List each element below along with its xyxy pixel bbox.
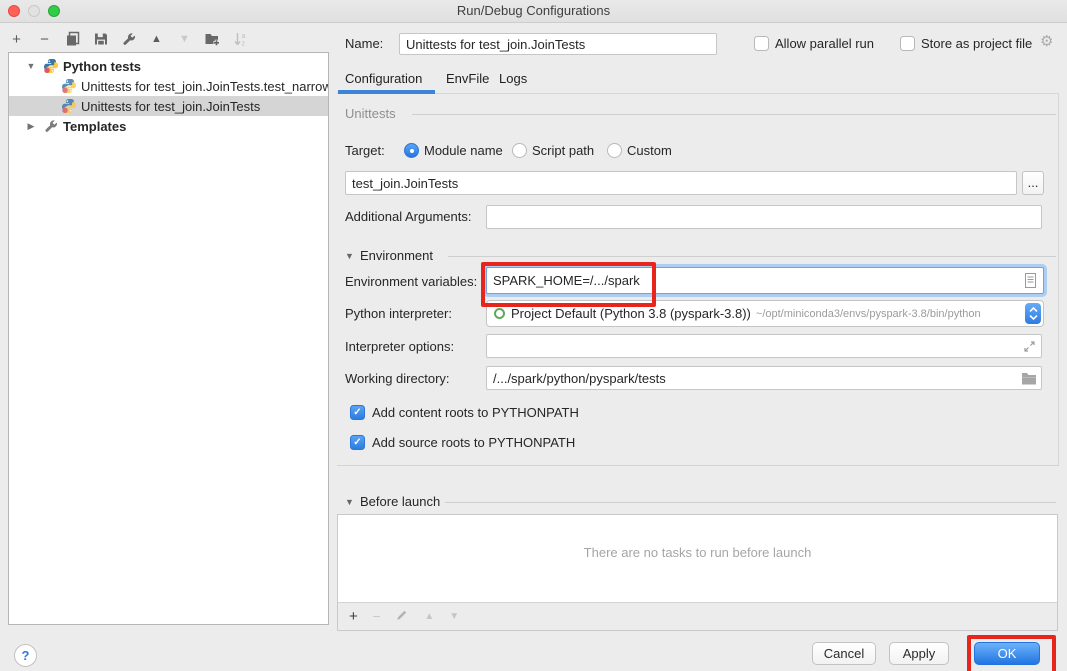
edit-templates-wrench-icon[interactable]: [120, 29, 137, 49]
move-task-down-button[interactable]: ▼: [449, 611, 459, 622]
target-script-path-radio[interactable]: [512, 143, 527, 158]
expand-field-icon[interactable]: [1023, 340, 1036, 353]
sort-configurations-icon[interactable]: az: [232, 29, 249, 49]
interpreter-path: ~/opt/miniconda3/envs/pyspark-3.8/bin/py…: [756, 307, 981, 320]
tree-item-unittests-test-narrow[interactable]: Unittests for test_join.JoinTests.test_n…: [9, 76, 328, 96]
target-module-name-radio[interactable]: [404, 143, 419, 158]
move-up-button[interactable]: ▲: [148, 29, 165, 49]
module-name-input[interactable]: [345, 171, 1017, 195]
move-task-up-button[interactable]: ▲: [424, 611, 434, 622]
new-folder-icon[interactable]: [204, 29, 221, 49]
tree-item-unittests-jointests-selected[interactable]: Unittests for test_join.JoinTests: [9, 96, 328, 116]
unittests-group-title: Unittests: [345, 106, 396, 122]
configurations-toolbar: + − ▲ ▼ az: [8, 28, 249, 50]
conda-env-icon: [494, 308, 505, 319]
tree-item-label: Unittests for test_join.JoinTests.test_n…: [81, 79, 328, 94]
allow-parallel-run-checkbox[interactable]: [754, 36, 769, 51]
tree-item-label: Templates: [63, 119, 126, 134]
tab-configuration[interactable]: Configuration: [345, 71, 422, 86]
tree-item-label: Python tests: [63, 59, 141, 74]
python-interpreter-select[interactable]: Project Default (Python 3.8 (pyspark-3.8…: [486, 300, 1044, 327]
move-down-button[interactable]: ▼: [176, 29, 193, 49]
target-module-name-label: Module name: [424, 143, 503, 159]
chevron-right-icon[interactable]: ▶: [23, 121, 39, 132]
environment-section-line: [448, 256, 1056, 257]
name-label: Name:: [345, 36, 383, 52]
env-variables-editor-icon[interactable]: [1024, 272, 1037, 289]
additional-arguments-label: Additional Arguments:: [345, 209, 471, 225]
tree-item-label: Unittests for test_join.JoinTests: [81, 99, 260, 114]
help-button[interactable]: ?: [14, 644, 37, 667]
apply-button[interactable]: Apply: [889, 642, 949, 665]
browse-module-button[interactable]: ...: [1022, 171, 1044, 195]
add-source-roots-label: Add source roots to PYTHONPATH: [372, 435, 575, 451]
minimize-icon[interactable]: [28, 5, 40, 17]
close-icon[interactable]: [8, 5, 20, 17]
before-launch-collapse-icon[interactable]: ▼: [345, 497, 354, 507]
gear-icon[interactable]: ⚙: [1040, 34, 1053, 50]
remove-configuration-button[interactable]: −: [36, 29, 53, 49]
before-launch-section-title[interactable]: Before launch: [360, 494, 440, 510]
interpreter-value: Project Default (Python 3.8 (pyspark-3.8…: [511, 306, 751, 321]
cancel-button[interactable]: Cancel: [812, 642, 876, 665]
store-as-project-file-checkbox[interactable]: [900, 36, 915, 51]
svg-text:a: a: [241, 33, 245, 40]
titlebar: Run/Debug Configurations: [0, 0, 1067, 23]
configurations-tree: ▼ Python tests Unittests for test_join.J…: [8, 52, 329, 625]
python-tests-icon: [43, 58, 59, 74]
interpreter-options-input[interactable]: [486, 334, 1042, 358]
working-directory-input[interactable]: [486, 366, 1042, 390]
working-directory-label: Working directory:: [345, 371, 450, 387]
target-script-path-label: Script path: [532, 143, 594, 159]
chevron-down-icon[interactable]: ▼: [23, 61, 39, 71]
browse-folder-icon[interactable]: [1021, 371, 1037, 385]
remove-task-button[interactable]: −: [373, 609, 381, 624]
target-label: Target:: [345, 143, 385, 159]
tab-logs[interactable]: Logs: [499, 71, 527, 86]
environment-variables-label: Environment variables:: [345, 274, 477, 290]
active-tab-underline: [338, 90, 435, 94]
templates-wrench-icon: [43, 118, 59, 134]
ok-button[interactable]: OK: [974, 642, 1040, 665]
before-launch-empty-text: There are no tasks to run before launch: [338, 545, 1057, 560]
add-configuration-button[interactable]: +: [8, 29, 25, 49]
content-right-border: [1058, 93, 1059, 465]
additional-arguments-input[interactable]: [486, 205, 1042, 229]
allow-parallel-run-label: Allow parallel run: [775, 36, 874, 52]
copy-configuration-icon[interactable]: [64, 29, 81, 49]
add-content-roots-checkbox[interactable]: ✓: [350, 405, 365, 420]
unittests-group-line: [412, 114, 1056, 115]
python-test-icon: [61, 98, 77, 114]
environment-collapse-icon[interactable]: ▼: [345, 251, 354, 261]
before-launch-panel: There are no tasks to run before launch …: [337, 514, 1058, 631]
tabs-divider: [337, 93, 1059, 94]
svg-text:z: z: [241, 41, 245, 48]
environment-section-title[interactable]: Environment: [360, 248, 433, 264]
zoom-icon[interactable]: [48, 5, 60, 17]
add-source-roots-checkbox[interactable]: ✓: [350, 435, 365, 450]
select-stepper-icon[interactable]: [1025, 303, 1041, 324]
save-configuration-icon[interactable]: [92, 29, 109, 49]
add-content-roots-label: Add content roots to PYTHONPATH: [372, 405, 579, 421]
name-input[interactable]: [399, 33, 717, 55]
before-launch-section-line: [445, 502, 1056, 503]
add-task-button[interactable]: +: [349, 608, 358, 625]
tab-envfile[interactable]: EnvFile: [446, 71, 489, 86]
interpreter-options-label: Interpreter options:: [345, 339, 454, 355]
tree-item-templates[interactable]: ▶ Templates: [9, 116, 328, 136]
window-title: Run/Debug Configurations: [457, 3, 610, 18]
environment-variables-input[interactable]: [486, 267, 1044, 294]
before-launch-toolbar: + − ▲ ▼: [338, 602, 1057, 630]
tree-item-python-tests[interactable]: ▼ Python tests: [9, 56, 328, 76]
python-test-icon: [61, 78, 77, 94]
content-bottom-border: [337, 465, 1059, 466]
python-interpreter-label: Python interpreter:: [345, 306, 452, 322]
edit-task-pencil-icon[interactable]: [395, 608, 409, 625]
store-as-project-file-label: Store as project file: [921, 36, 1032, 52]
target-custom-label: Custom: [627, 143, 672, 159]
target-custom-radio[interactable]: [607, 143, 622, 158]
run-debug-configurations-dialog: Run/Debug Configurations + − ▲ ▼ az ▼ Py: [0, 0, 1067, 671]
